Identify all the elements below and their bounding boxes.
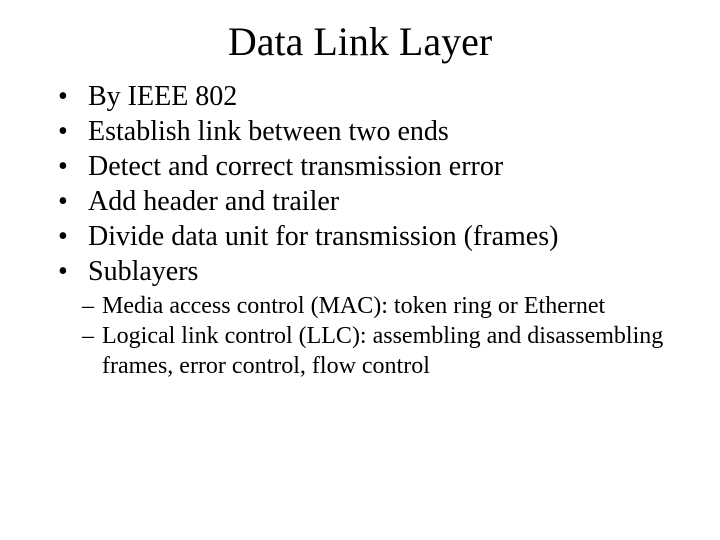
bullet-item: Establish link between two ends	[58, 114, 672, 149]
bullet-item: By IEEE 802	[58, 79, 672, 114]
sub-bullet-text: Logical link control (LLC): assembling a…	[102, 323, 663, 379]
sub-bullet-list: Media access control (MAC): token ring o…	[48, 291, 672, 381]
bullet-item: Divide data unit for transmission (frame…	[58, 219, 672, 254]
sub-bullet-item: Media access control (MAC): token ring o…	[82, 291, 672, 321]
bullet-item: Detect and correct transmission error	[58, 149, 672, 184]
bullet-text: Detect and correct transmission error	[88, 151, 503, 182]
bullet-text: Add header and trailer	[88, 186, 339, 217]
bullet-item: Sublayers	[58, 254, 672, 289]
slide-title: Data Link Layer	[48, 18, 672, 65]
bullet-text: Sublayers	[88, 256, 198, 287]
bullet-text: By IEEE 802	[88, 81, 237, 112]
bullet-text: Divide data unit for transmission (frame…	[88, 221, 558, 252]
bullet-item: Add header and trailer	[58, 184, 672, 219]
slide: Data Link Layer By IEEE 802 Establish li…	[0, 0, 720, 540]
sub-bullet-item: Logical link control (LLC): assembling a…	[82, 321, 672, 381]
sub-bullet-text: Media access control (MAC): token ring o…	[102, 293, 605, 319]
bullet-text: Establish link between two ends	[88, 116, 449, 147]
bullet-list: By IEEE 802 Establish link between two e…	[48, 79, 672, 289]
